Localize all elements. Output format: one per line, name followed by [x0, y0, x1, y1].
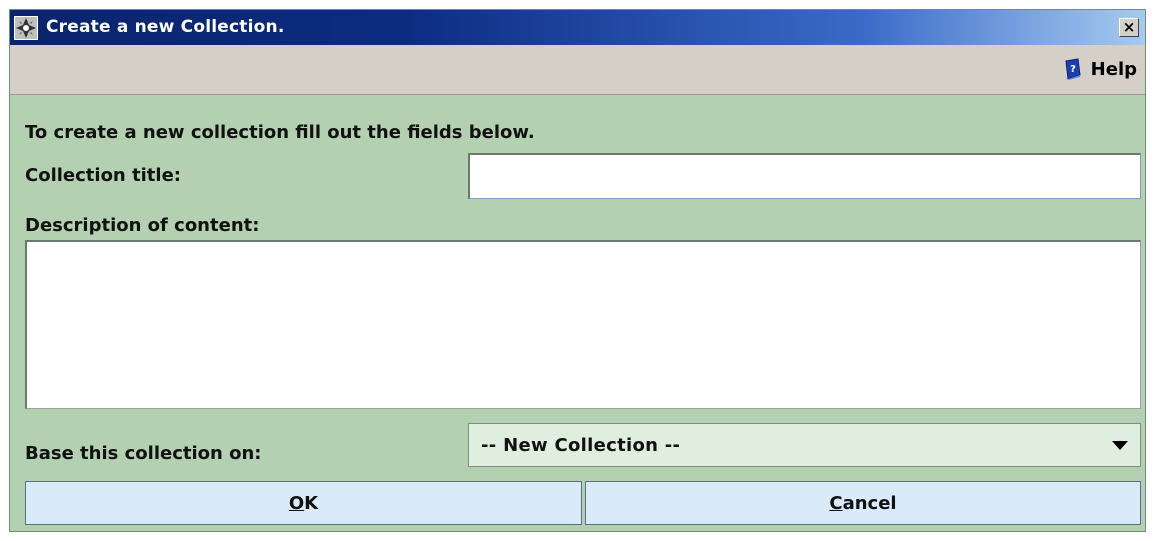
- base-collection-select[interactable]: -- New Collection --: [468, 423, 1141, 467]
- ok-label-rest: K: [304, 492, 319, 514]
- description-textarea[interactable]: [25, 240, 1141, 409]
- help-book-icon: ?: [1065, 58, 1081, 80]
- dialog-title: Create a new Collection.: [46, 17, 285, 37]
- help-toolbar: ? Help: [10, 45, 1145, 95]
- cancel-mnemonic: C: [829, 492, 843, 514]
- intro-text: To create a new collection fill out the …: [25, 122, 535, 143]
- help-label: Help: [1090, 58, 1137, 80]
- collection-title-input[interactable]: [468, 153, 1141, 199]
- title-bar[interactable]: Create a new Collection. ×: [10, 10, 1145, 45]
- chevron-down-icon[interactable]: [1112, 440, 1128, 450]
- cancel-label-rest: ancel: [842, 492, 897, 514]
- dialog-content: To create a new collection fill out the …: [10, 95, 1145, 531]
- help-button[interactable]: ? Help: [1063, 57, 1137, 81]
- collection-title-label: Collection title:: [25, 165, 181, 186]
- create-collection-dialog: Create a new Collection. × ? Help To cre…: [9, 9, 1146, 532]
- base-collection-label: Base this collection on:: [25, 443, 262, 464]
- ok-button[interactable]: OK: [25, 481, 582, 525]
- close-icon: ×: [1122, 18, 1136, 36]
- close-button[interactable]: ×: [1119, 18, 1139, 37]
- base-collection-selected-value: -- New Collection --: [481, 434, 681, 456]
- app-icon: [14, 16, 38, 40]
- svg-text:?: ?: [1070, 64, 1076, 75]
- cancel-button[interactable]: Cancel: [585, 481, 1141, 525]
- ok-mnemonic: O: [288, 492, 305, 514]
- description-label: Description of content:: [25, 215, 260, 236]
